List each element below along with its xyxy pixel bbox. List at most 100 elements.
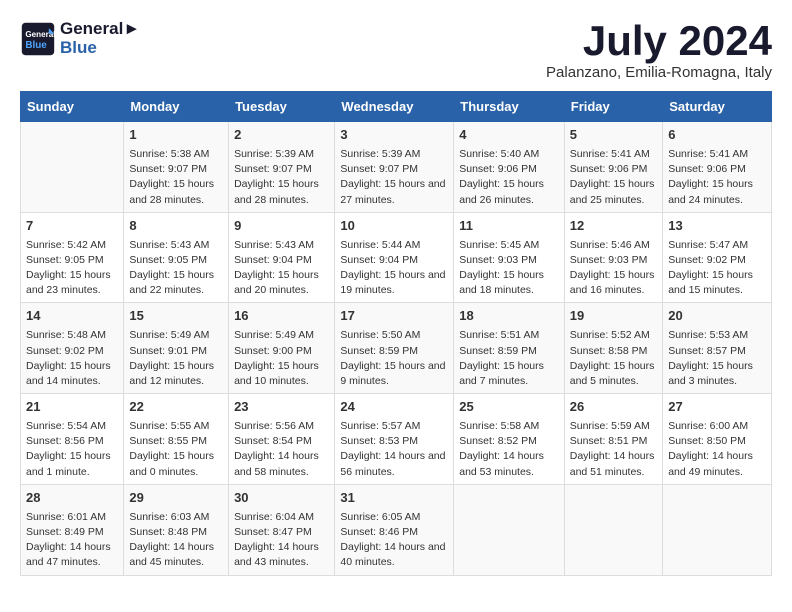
day-number: 1 xyxy=(129,126,223,145)
calendar-cell: 5 Sunrise: 5:41 AMSunset: 9:06 PMDaylight… xyxy=(564,122,662,213)
calendar-cell: 30Sunrise: 6:04 AMSunset: 8:47 PMDayligh… xyxy=(229,484,335,575)
calendar-cell xyxy=(564,484,662,575)
day-info: Sunrise: 5:56 AMSunset: 8:54 PMDaylight:… xyxy=(234,419,329,480)
month-title: July 2024 xyxy=(546,20,772,62)
day-info: Sunrise: 5:45 AMSunset: 9:03 PMDaylight:… xyxy=(459,238,559,299)
day-info: Sunrise: 5:51 AMSunset: 8:59 PMDaylight:… xyxy=(459,328,559,389)
day-number: 19 xyxy=(570,307,657,326)
col-monday: Monday xyxy=(124,92,229,122)
day-info: Sunrise: 5:57 AMSunset: 8:53 PMDaylight:… xyxy=(340,419,448,480)
logo: General Blue General► Blue xyxy=(20,20,140,57)
logo-icon: General Blue xyxy=(20,21,56,57)
calendar-cell: 27 Sunrise: 6:00 AMSunset: 8:50 PMDayligh… xyxy=(663,394,772,485)
day-info: Sunrise: 5:50 AMSunset: 8:59 PMDaylight:… xyxy=(340,328,448,389)
day-info: Sunrise: 5:39 AMSunset: 9:07 PMDaylight:… xyxy=(340,147,448,208)
calendar-cell: 7Sunrise: 5:42 AMSunset: 9:05 PMDaylight… xyxy=(21,212,124,303)
day-info: Sunrise: 5:52 AMSunset: 8:58 PMDaylight:… xyxy=(570,328,657,389)
day-number: 25 xyxy=(459,398,559,417)
day-info: Sunrise: 5:41 AMSunset: 9:06 PMDaylight:… xyxy=(570,147,657,208)
day-number: 8 xyxy=(129,217,223,236)
day-number: 12 xyxy=(570,217,657,236)
day-number: 13 xyxy=(668,217,766,236)
day-number: 24 xyxy=(340,398,448,417)
day-info: Sunrise: 6:01 AMSunset: 8:49 PMDaylight:… xyxy=(26,510,118,571)
calendar-week-row: 7Sunrise: 5:42 AMSunset: 9:05 PMDaylight… xyxy=(21,212,772,303)
day-info: Sunrise: 5:47 AMSunset: 9:02 PMDaylight:… xyxy=(668,238,766,299)
title-block: July 2024 Palanzano, Emilia-Romagna, Ita… xyxy=(546,20,772,81)
calendar-cell: 10 Sunrise: 5:44 AMSunset: 9:04 PMDayligh… xyxy=(335,212,454,303)
calendar-cell: 2Sunrise: 5:39 AMSunset: 9:07 PMDaylight… xyxy=(229,122,335,213)
day-number: 27 xyxy=(668,398,766,417)
calendar-cell: 11Sunrise: 5:45 AMSunset: 9:03 PMDayligh… xyxy=(454,212,565,303)
day-info: Sunrise: 5:44 AMSunset: 9:04 PMDaylight:… xyxy=(340,238,448,299)
day-number: 22 xyxy=(129,398,223,417)
calendar-cell: 22 Sunrise: 5:55 AMSunset: 8:55 PMDayligh… xyxy=(124,394,229,485)
calendar-week-row: 28Sunrise: 6:01 AMSunset: 8:49 PMDayligh… xyxy=(21,484,772,575)
day-number: 9 xyxy=(234,217,329,236)
calendar-cell: 4 Sunrise: 5:40 AMSunset: 9:06 PMDaylight… xyxy=(454,122,565,213)
logo-general: General xyxy=(60,19,123,38)
calendar-cell: 19 Sunrise: 5:52 AMSunset: 8:58 PMDayligh… xyxy=(564,303,662,394)
calendar-cell: 8 Sunrise: 5:43 AMSunset: 9:05 PMDaylight… xyxy=(124,212,229,303)
day-info: Sunrise: 5:43 AMSunset: 9:05 PMDaylight:… xyxy=(129,238,223,299)
day-info: Sunrise: 5:54 AMSunset: 8:56 PMDaylight:… xyxy=(26,419,118,480)
calendar-cell: 24 Sunrise: 5:57 AMSunset: 8:53 PMDayligh… xyxy=(335,394,454,485)
col-saturday: Saturday xyxy=(663,92,772,122)
calendar-cell: 9 Sunrise: 5:43 AMSunset: 9:04 PMDaylight… xyxy=(229,212,335,303)
day-number: 14 xyxy=(26,307,118,326)
day-number: 29 xyxy=(129,489,223,508)
day-number: 3 xyxy=(340,126,448,145)
calendar-week-row: 1 Sunrise: 5:38 AMSunset: 9:07 PMDaylight… xyxy=(21,122,772,213)
day-info: Sunrise: 6:00 AMSunset: 8:50 PMDaylight:… xyxy=(668,419,766,480)
logo-text-block: General► Blue xyxy=(60,20,140,57)
calendar-cell: 13 Sunrise: 5:47 AMSunset: 9:02 PMDayligh… xyxy=(663,212,772,303)
col-tuesday: Tuesday xyxy=(229,92,335,122)
day-info: Sunrise: 6:03 AMSunset: 8:48 PMDaylight:… xyxy=(129,510,223,571)
logo-line2: Blue xyxy=(60,39,140,58)
location-subtitle: Palanzano, Emilia-Romagna, Italy xyxy=(546,64,772,81)
calendar-cell: 18 Sunrise: 5:51 AMSunset: 8:59 PMDayligh… xyxy=(454,303,565,394)
day-info: Sunrise: 5:58 AMSunset: 8:52 PMDaylight:… xyxy=(459,419,559,480)
day-number: 30 xyxy=(234,489,329,508)
day-number: 31 xyxy=(340,489,448,508)
calendar-cell: 1 Sunrise: 5:38 AMSunset: 9:07 PMDaylight… xyxy=(124,122,229,213)
calendar-cell xyxy=(663,484,772,575)
day-number: 20 xyxy=(668,307,766,326)
calendar-cell: 29 Sunrise: 6:03 AMSunset: 8:48 PMDayligh… xyxy=(124,484,229,575)
calendar-week-row: 14 Sunrise: 5:48 AMSunset: 9:02 PMDayligh… xyxy=(21,303,772,394)
col-friday: Friday xyxy=(564,92,662,122)
col-wednesday: Wednesday xyxy=(335,92,454,122)
day-info: Sunrise: 5:55 AMSunset: 8:55 PMDaylight:… xyxy=(129,419,223,480)
calendar-cell: 16Sunrise: 5:49 AMSunset: 9:00 PMDayligh… xyxy=(229,303,335,394)
calendar-cell xyxy=(21,122,124,213)
svg-text:Blue: Blue xyxy=(25,40,47,51)
calendar-cell: 6 Sunrise: 5:41 AMSunset: 9:06 PMDaylight… xyxy=(663,122,772,213)
calendar-cell: 26 Sunrise: 5:59 AMSunset: 8:51 PMDayligh… xyxy=(564,394,662,485)
day-number: 18 xyxy=(459,307,559,326)
day-info: Sunrise: 5:41 AMSunset: 9:06 PMDaylight:… xyxy=(668,147,766,208)
day-number: 4 xyxy=(459,126,559,145)
calendar-cell xyxy=(454,484,565,575)
day-info: Sunrise: 5:48 AMSunset: 9:02 PMDaylight:… xyxy=(26,328,118,389)
day-info: Sunrise: 5:49 AMSunset: 9:00 PMDaylight:… xyxy=(234,328,329,389)
calendar-cell: 20 Sunrise: 5:53 AMSunset: 8:57 PMDayligh… xyxy=(663,303,772,394)
day-info: Sunrise: 5:40 AMSunset: 9:06 PMDaylight:… xyxy=(459,147,559,208)
day-number: 2 xyxy=(234,126,329,145)
col-thursday: Thursday xyxy=(454,92,565,122)
day-info: Sunrise: 5:38 AMSunset: 9:07 PMDaylight:… xyxy=(129,147,223,208)
calendar-table: Sunday Monday Tuesday Wednesday Thursday… xyxy=(20,91,772,576)
calendar-cell: 3 Sunrise: 5:39 AMSunset: 9:07 PMDaylight… xyxy=(335,122,454,213)
day-info: Sunrise: 5:43 AMSunset: 9:04 PMDaylight:… xyxy=(234,238,329,299)
day-number: 5 xyxy=(570,126,657,145)
calendar-cell: 15Sunrise: 5:49 AMSunset: 9:01 PMDayligh… xyxy=(124,303,229,394)
day-info: Sunrise: 5:59 AMSunset: 8:51 PMDaylight:… xyxy=(570,419,657,480)
day-number: 17 xyxy=(340,307,448,326)
logo-line1: General► xyxy=(60,20,140,39)
day-info: Sunrise: 5:53 AMSunset: 8:57 PMDaylight:… xyxy=(668,328,766,389)
day-number: 23 xyxy=(234,398,329,417)
day-number: 26 xyxy=(570,398,657,417)
day-number: 21 xyxy=(26,398,118,417)
header: General Blue General► Blue July 2024 Pal… xyxy=(20,20,772,81)
day-number: 10 xyxy=(340,217,448,236)
day-number: 6 xyxy=(668,126,766,145)
